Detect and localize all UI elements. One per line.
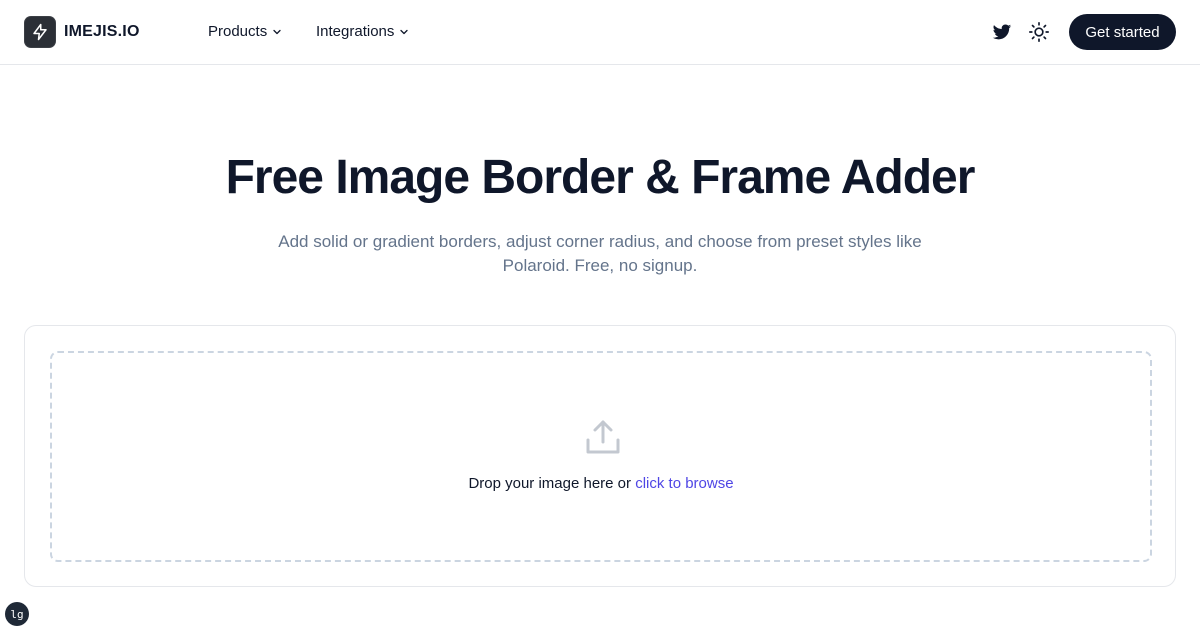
image-dropzone[interactable]: Drop your image here or click to browse (50, 351, 1152, 562)
upload-card: Drop your image here or click to browse (24, 325, 1176, 587)
get-started-button[interactable]: Get started (1069, 14, 1176, 50)
nav-integrations[interactable]: Integrations (316, 22, 409, 42)
nav-products[interactable]: Products (208, 22, 282, 42)
breakpoint-badge: lg (5, 602, 29, 626)
nav-integrations-label: Integrations (316, 23, 395, 40)
upload-icon (586, 420, 620, 454)
twitter-icon[interactable] (992, 22, 1012, 42)
drop-instructions: Drop your image here or click to browse (52, 474, 1150, 494)
page-subtitle: Add solid or gradient borders, adjust co… (278, 232, 922, 275)
page-title: Free Image Border & Frame Adder (225, 151, 976, 204)
brand-name[interactable]: IMEJIS.IO (64, 22, 140, 42)
chevron-down-icon (400, 29, 409, 35)
logo[interactable] (24, 16, 56, 48)
site-header: IMEJIS.IO Products Integrations Get star… (0, 0, 1200, 65)
drop-text: Drop your image here or (468, 475, 632, 492)
chevron-down-icon (273, 29, 281, 35)
browse-link[interactable]: click to browse (635, 475, 733, 492)
nav-products-label: Products (208, 23, 268, 40)
bolt-icon (33, 23, 47, 41)
sun-icon[interactable] (1028, 21, 1050, 43)
